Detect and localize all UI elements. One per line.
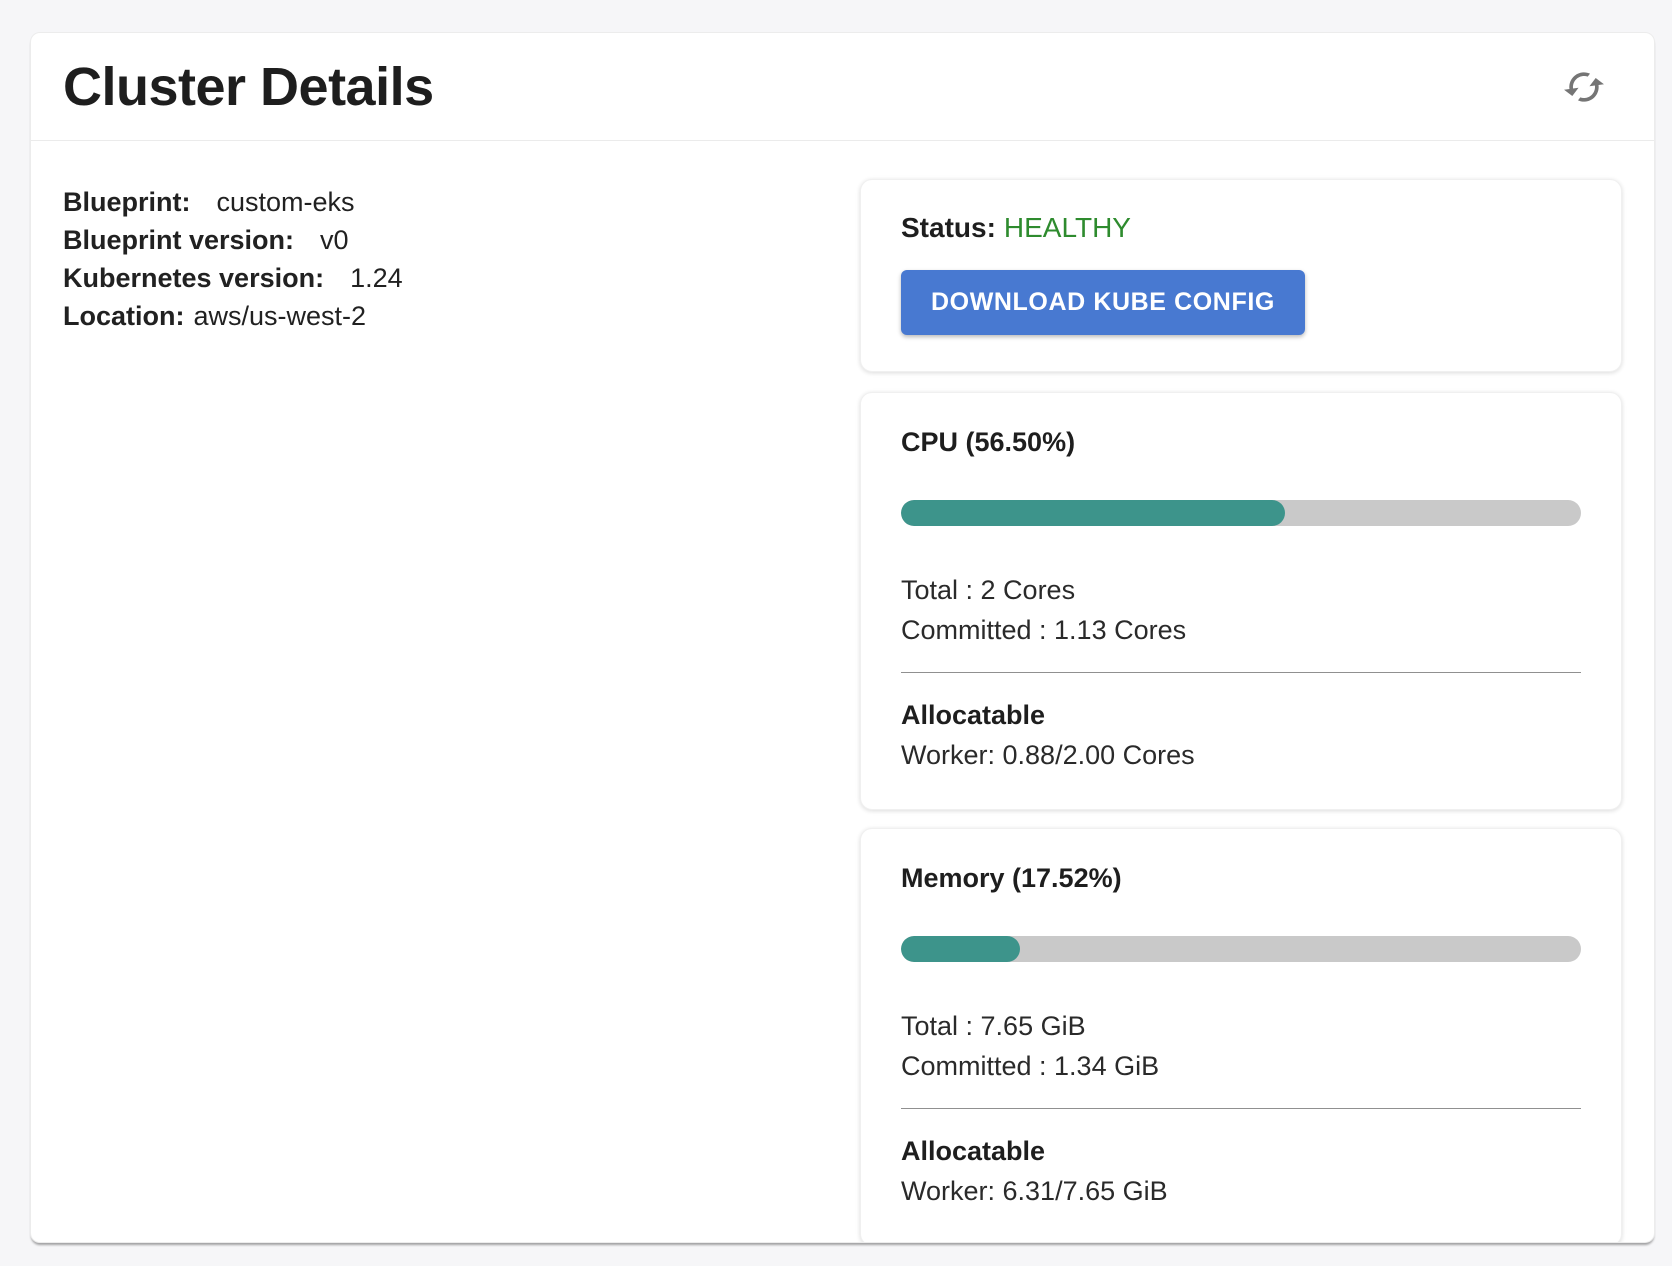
refresh-button[interactable] [1558,61,1610,113]
cpu-worker: Worker: 0.88/2.00 Cores [901,735,1581,775]
cluster-info: Blueprint: custom-eks Blueprint version: v… [63,179,860,1243]
cluster-details-card: Cluster Details Blueprint: custom-eks Blu… [30,32,1655,1243]
memory-progress-bar [901,936,1581,962]
info-label: Blueprint version: [63,225,294,255]
cpu-total: Total : 2 Cores [901,570,1581,610]
card-header: Cluster Details [31,33,1654,141]
memory-worker: Worker: 6.31/7.65 GiB [901,1171,1581,1211]
card-divider [901,672,1581,673]
memory-progress-fill [901,936,1020,962]
info-row-location: Location: aws/us-west-2 [63,297,860,335]
memory-allocatable-label: Allocatable [901,1131,1581,1171]
status-value: HEALTHY [1004,212,1131,243]
info-value: aws/us-west-2 [194,301,367,331]
info-label: Blueprint: [63,187,191,217]
info-row-kubernetes-version: Kubernetes version: 1.24 [63,259,860,297]
cpu-progress-bar [901,500,1581,526]
status-line: Status: HEALTHY [901,212,1581,244]
page-title: Cluster Details [63,56,434,118]
info-value: 1.24 [350,263,403,293]
memory-committed: Committed : 1.34 GiB [901,1046,1581,1086]
cpu-allocatable-label: Allocatable [901,695,1581,735]
card-body: Blueprint: custom-eks Blueprint version: v… [31,141,1654,1243]
memory-total: Total : 7.65 GiB [901,1006,1581,1046]
info-label: Location: [63,301,185,331]
cpu-card: CPU (56.50%) Total : 2 Cores Committed :… [860,392,1622,810]
cpu-progress-fill [901,500,1285,526]
info-row-blueprint-version: Blueprint version: v0 [63,221,860,259]
info-value: custom-eks [217,187,355,217]
info-label: Kubernetes version: [63,263,324,293]
status-label: Status: [901,212,996,243]
memory-title: Memory (17.52%) [901,863,1581,894]
info-value: v0 [320,225,349,255]
right-column: Status: HEALTHY DOWNLOAD KUBE CONFIG CPU … [860,179,1622,1243]
cpu-title: CPU (56.50%) [901,427,1581,458]
info-row-blueprint: Blueprint: custom-eks [63,183,860,221]
download-kube-config-button[interactable]: DOWNLOAD KUBE CONFIG [901,270,1305,335]
status-card: Status: HEALTHY DOWNLOAD KUBE CONFIG [860,179,1622,372]
card-divider [901,1108,1581,1109]
page: Cluster Details Blueprint: custom-eks Blu… [0,0,1672,1266]
memory-card: Memory (17.52%) Total : 7.65 GiB Committ… [860,828,1622,1243]
refresh-icon [1559,62,1609,112]
cpu-committed: Committed : 1.13 Cores [901,610,1581,650]
